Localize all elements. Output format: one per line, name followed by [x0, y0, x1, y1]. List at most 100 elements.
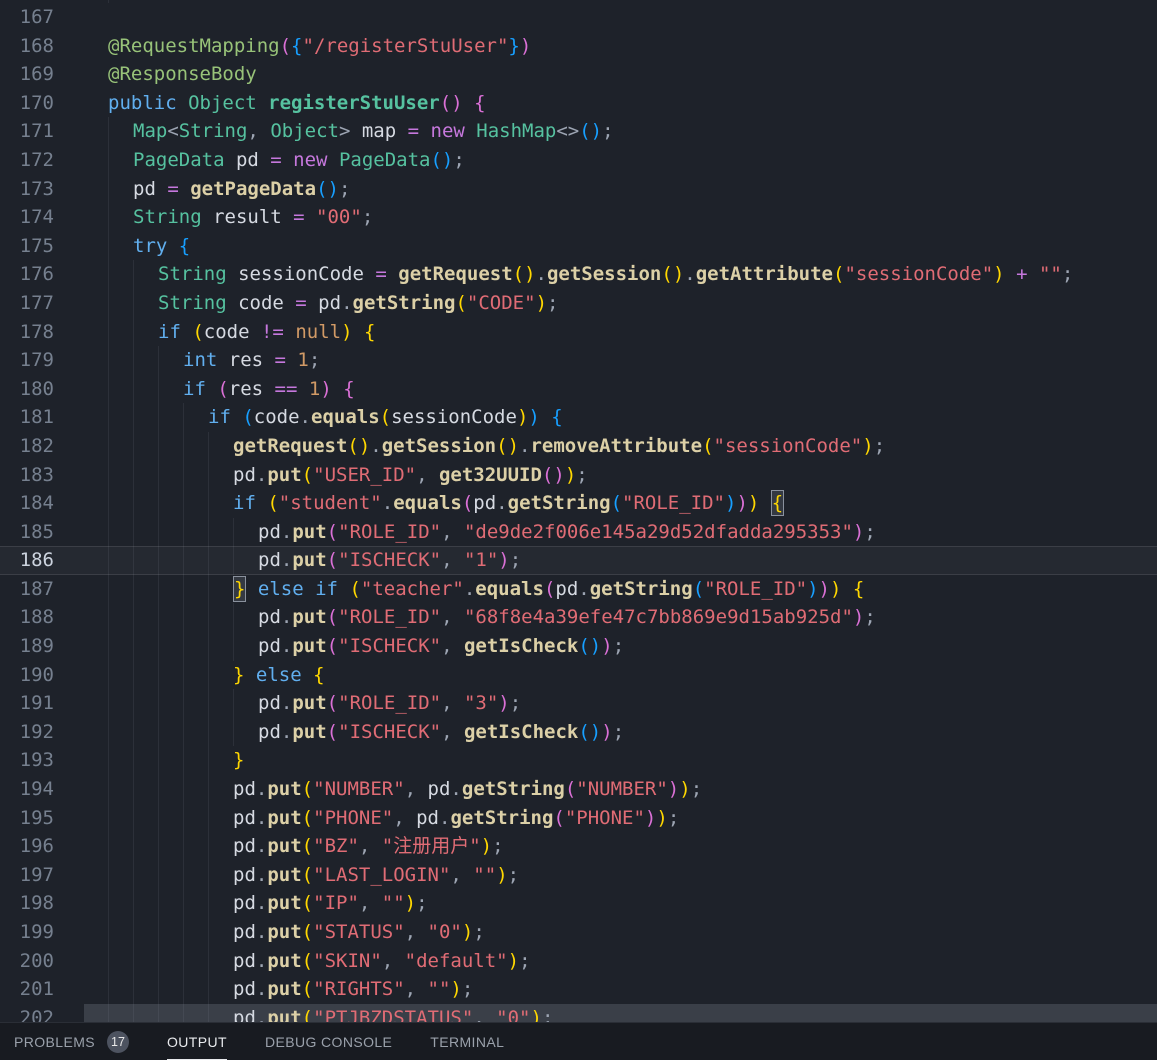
- code-token: put: [267, 778, 302, 801]
- code-token: <: [167, 120, 179, 143]
- line-number[interactable]: 198: [0, 889, 84, 918]
- code-line[interactable]: 191 pd. put("ROLE_ID", "3");: [0, 689, 1157, 718]
- code-line[interactable]: 196 pd. put("BZ", "注册用户");: [0, 832, 1157, 861]
- code-token: String: [158, 291, 227, 314]
- indent-guide: [183, 746, 208, 776]
- code-line[interactable]: 194 pd. put("NUMBER", pd. getString("NUMBER…: [0, 775, 1157, 804]
- line-number[interactable]: 193: [0, 746, 84, 775]
- code-line[interactable]: 183 pd. put("USER_ID", get32UUID());: [0, 460, 1157, 490]
- indent-guide: [108, 603, 133, 633]
- code-line[interactable]: 199 pd. put("STATUS", "0");: [0, 918, 1157, 947]
- code-line[interactable]: 174 String result = "00";: [0, 203, 1157, 232]
- panel-tabs: PROBLEMS 17 OUTPUT DEBUG CONSOLE TERMINAL: [14, 1023, 504, 1060]
- code-line[interactable]: 180 if (res == 1) {: [0, 374, 1157, 404]
- code-token: !=: [260, 320, 296, 343]
- code-line[interactable]: 201 pd. put("RIGHTS", "");: [0, 975, 1157, 1004]
- code-token: (: [301, 892, 314, 915]
- line-number[interactable]: 185: [0, 518, 84, 547]
- code-token: pd: [258, 635, 281, 658]
- line-number[interactable]: 171: [0, 117, 84, 146]
- code-line[interactable]: 167: [0, 3, 1157, 32]
- line-number[interactable]: 191: [0, 689, 84, 718]
- line-number[interactable]: 188: [0, 603, 84, 632]
- code-token: ;: [509, 549, 522, 572]
- indent-guide: [133, 460, 158, 490]
- line-number[interactable]: 180: [0, 375, 84, 404]
- code-line[interactable]: 175 try {: [0, 231, 1157, 261]
- line-number[interactable]: 200: [0, 947, 84, 976]
- line-number[interactable]: 174: [0, 203, 84, 232]
- code-line[interactable]: 169 @ResponseBody: [0, 60, 1157, 89]
- line-number[interactable]: 170: [0, 89, 84, 118]
- line-number[interactable]: 176: [0, 260, 84, 289]
- code-line[interactable]: 181 if (code. equals(sessionCode)) {: [0, 403, 1157, 432]
- code-line[interactable]: 187} else if ("teacher". equals(pd. getStr…: [0, 574, 1157, 604]
- code-line[interactable]: 170 public Object registerStuUser() {: [0, 89, 1157, 118]
- code-line[interactable]: 173 pd = getPageData();: [0, 174, 1157, 204]
- line-number[interactable]: 201: [0, 975, 84, 1004]
- code-token: code: [226, 291, 296, 314]
- code-line[interactable]: 195 pd. put("PHONE", pd. getString("PHONE")…: [0, 803, 1157, 833]
- panel-tab-debug-console[interactable]: DEBUG CONSOLE: [265, 1023, 392, 1060]
- line-number[interactable]: 183: [0, 461, 84, 490]
- line-number[interactable]: 194: [0, 775, 84, 804]
- indent-guide: [108, 574, 133, 604]
- line-number[interactable]: 177: [0, 289, 84, 318]
- code-line[interactable]: 198 pd. put("IP", "");: [0, 889, 1157, 918]
- panel-tab-output[interactable]: OUTPUT: [167, 1023, 227, 1060]
- panel-tab-problems[interactable]: PROBLEMS 17: [14, 1023, 129, 1060]
- code-line[interactable]: 186 pd. put("ISCHECK", "1");: [0, 546, 1157, 575]
- code-line[interactable]: 171 Map < String, Object > map = new HashMap…: [0, 117, 1157, 146]
- line-number[interactable]: 168: [0, 32, 84, 61]
- code-token: ): [535, 291, 548, 314]
- code-token: equals: [311, 406, 380, 429]
- line-number[interactable]: 179: [0, 346, 84, 375]
- code-editor[interactable]: 166Map<String, Object> map = new HashMap…: [0, 0, 1157, 1022]
- code-token: .: [535, 263, 547, 286]
- code-token: int: [183, 349, 218, 372]
- code-line[interactable]: 178 if (code != null) {: [0, 317, 1157, 347]
- line-number[interactable]: 202: [0, 1004, 84, 1022]
- code-line[interactable]: 176 String sessionCode = getRequest(). get…: [0, 260, 1157, 289]
- indent-guide: [183, 403, 208, 432]
- line-number[interactable]: 178: [0, 318, 84, 347]
- line-number[interactable]: 175: [0, 232, 84, 261]
- code-line[interactable]: 192 pd. put("ISCHECK", getIsCheck());: [0, 717, 1157, 747]
- line-number[interactable]: 182: [0, 432, 84, 461]
- code-line[interactable]: 182 getRequest(). getSession(). removeAttri…: [0, 431, 1157, 461]
- code-line[interactable]: 177 String code = pd. getString("CODE");: [0, 288, 1157, 318]
- panel-tab-terminal[interactable]: TERMINAL: [430, 1023, 504, 1060]
- line-number[interactable]: 196: [0, 832, 84, 861]
- code-line[interactable]: 200 pd. put("SKIN", "default");: [0, 946, 1157, 976]
- indent-guide: [208, 803, 233, 833]
- line-number[interactable]: 195: [0, 804, 84, 833]
- indent-guide: [133, 317, 158, 347]
- code-token: "ROLE_ID": [338, 692, 442, 715]
- line-number[interactable]: 169: [0, 60, 84, 89]
- line-number[interactable]: 181: [0, 403, 84, 432]
- line-number[interactable]: 187: [0, 575, 84, 604]
- code-line[interactable]: 189 pd. put("ISCHECK", getIsCheck());: [0, 632, 1157, 661]
- line-number[interactable]: 189: [0, 632, 84, 661]
- line-number[interactable]: 173: [0, 175, 84, 204]
- code-line[interactable]: 190} else {: [0, 660, 1157, 690]
- code-line[interactable]: 193}: [0, 746, 1157, 776]
- line-number[interactable]: 197: [0, 861, 84, 890]
- line-number[interactable]: 199: [0, 918, 84, 947]
- line-number[interactable]: 167: [0, 3, 84, 32]
- code-token: ;: [416, 892, 428, 915]
- line-number[interactable]: 184: [0, 489, 84, 518]
- code-line[interactable]: 185 pd. put("ROLE_ID", "de9de2f006e145a29d…: [0, 517, 1157, 547]
- code-line[interactable]: 172 PageData pd = new PageData();: [0, 145, 1157, 175]
- line-number[interactable]: 190: [0, 661, 84, 690]
- code-line[interactable]: 188 pd. put("ROLE_ID", "68f8e4a39efe47c7bb…: [0, 603, 1157, 633]
- code-line[interactable]: 168 @RequestMapping({"/registerStuUser"}): [0, 32, 1157, 61]
- code-line[interactable]: 179 int res = 1;: [0, 346, 1157, 375]
- indent-guide: [183, 431, 208, 461]
- code-line[interactable]: 184 if ("student". equals(pd. getString("RO…: [0, 489, 1157, 518]
- line-number[interactable]: 172: [0, 146, 84, 175]
- code-line[interactable]: 197 pd. put("LAST_LOGIN", "");: [0, 860, 1157, 890]
- code-line[interactable]: 202 pd. put("PTJBZDSTATUS", "0");: [0, 1003, 1157, 1022]
- line-number[interactable]: 192: [0, 718, 84, 747]
- line-number[interactable]: 186: [0, 546, 84, 575]
